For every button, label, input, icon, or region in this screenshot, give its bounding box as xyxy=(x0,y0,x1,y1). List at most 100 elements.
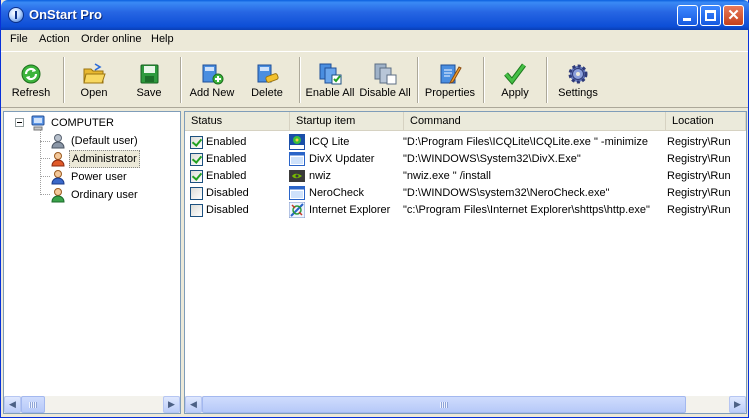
table-row[interactable]: Enabled nwiz "nwiz.exe " /install Regist… xyxy=(185,168,746,185)
icq-lite-icon xyxy=(289,134,305,150)
command-cell: "nwiz.exe " /install xyxy=(403,170,491,182)
menu-help[interactable]: Help xyxy=(151,33,174,45)
nvidia-icon xyxy=(289,170,305,182)
command-cell: "D:\WINDOWS\System32\DivX.Exe" xyxy=(403,153,581,165)
tree-item-label: Administrator xyxy=(69,150,140,168)
command-cell: "D:\WINDOWS\system32\NeroCheck.exe" xyxy=(403,187,610,199)
close-button[interactable]: ✕ xyxy=(723,5,744,26)
disable-all-icon xyxy=(374,63,397,85)
table-row[interactable]: Disabled NeroCheck "D:\WINDOWS\system32\… xyxy=(185,185,746,202)
settings-button[interactable]: Settings xyxy=(550,58,606,104)
delete-icon xyxy=(257,64,279,83)
tree-root-label: COMPUTER xyxy=(51,117,114,129)
computer-icon xyxy=(31,115,45,131)
enable-checkbox[interactable] xyxy=(190,153,203,166)
scroll-left-button[interactable]: ◀ xyxy=(185,396,202,413)
table-row[interactable]: Disabled Internet Explorer "c:\Program F… xyxy=(185,202,746,219)
menu-file[interactable]: File xyxy=(10,33,28,45)
status-cell: Disabled xyxy=(206,187,249,199)
menu-order-online[interactable]: Order online xyxy=(81,33,142,45)
scroll-thumb[interactable] xyxy=(21,396,45,413)
list-horizontal-scrollbar[interactable]: ◀ ▶ xyxy=(185,396,746,413)
tree-connector xyxy=(40,194,50,195)
status-cell: Disabled xyxy=(206,204,249,216)
apply-button[interactable]: Apply xyxy=(487,58,543,104)
startup-item-cell: Internet Explorer xyxy=(309,204,391,216)
status-cell: Enabled xyxy=(206,170,247,182)
column-status[interactable]: Status xyxy=(185,112,290,131)
window-title: OnStart Pro xyxy=(29,7,102,22)
app-window-icon xyxy=(289,186,305,200)
tree-item-label: Power user xyxy=(71,171,127,183)
properties-icon xyxy=(440,64,462,84)
admin-user-icon xyxy=(51,152,65,167)
add-new-icon xyxy=(202,64,224,85)
status-cell: Enabled xyxy=(206,136,247,148)
table-row[interactable]: Enabled DivX Updater "D:\WINDOWS\System3… xyxy=(185,151,746,168)
open-folder-icon xyxy=(83,63,106,84)
scroll-right-button[interactable]: ▶ xyxy=(729,396,746,413)
scroll-left-button[interactable]: ◀ xyxy=(4,396,21,413)
table-row[interactable]: Enabled ICQ Lite "D:\Program Files\ICQLi… xyxy=(185,134,746,151)
maximize-button[interactable] xyxy=(700,5,721,26)
column-command[interactable]: Command xyxy=(404,112,666,131)
save-disk-icon xyxy=(140,64,159,84)
location-cell: Registry\Run xyxy=(667,153,731,165)
column-startup-item[interactable]: Startup item xyxy=(290,112,404,131)
location-cell: Registry\Run xyxy=(667,204,731,216)
internet-explorer-icon xyxy=(289,202,305,218)
enable-checkbox[interactable] xyxy=(190,187,203,200)
tree-connector xyxy=(40,176,50,177)
refresh-button[interactable]: Refresh xyxy=(3,58,59,104)
tree-item-label: Ordinary user xyxy=(71,189,138,201)
maximize-icon xyxy=(705,10,716,21)
toolbar: Refresh Open Save Add New Delete Enable … xyxy=(1,51,748,108)
startup-item-cell: NeroCheck xyxy=(309,187,365,199)
user-icon xyxy=(51,188,65,203)
gear-icon xyxy=(568,64,588,84)
delete-button[interactable]: Delete xyxy=(239,58,295,104)
location-cell: Registry\Run xyxy=(667,170,731,182)
checkmark-icon xyxy=(504,63,526,85)
user-tree-pane[interactable]: COMPUTER (Default user) Administrator Po… xyxy=(3,111,181,414)
list-header: Status Startup item Command Location xyxy=(185,112,746,131)
tree-horizontal-scrollbar[interactable]: ◀ ▶ xyxy=(4,396,180,413)
startup-item-cell: nwiz xyxy=(309,170,332,182)
startup-list-pane: Status Startup item Command Location Ena… xyxy=(184,111,747,414)
enable-checkbox[interactable] xyxy=(190,136,203,149)
main-window: OnStart Pro ✕ File Action Order online H… xyxy=(0,0,749,418)
close-icon: ✕ xyxy=(727,7,740,24)
title-bar[interactable]: OnStart Pro ✕ xyxy=(1,0,749,30)
enable-all-icon xyxy=(319,63,342,85)
enable-checkbox[interactable] xyxy=(190,204,203,217)
app-icon xyxy=(8,7,24,23)
startup-item-cell: DivX Updater xyxy=(309,153,375,165)
tree-connector xyxy=(40,130,41,195)
command-cell: "c:\Program Files\Internet Explorer\shtt… xyxy=(403,204,650,216)
startup-item-cell: ICQ Lite xyxy=(309,136,350,148)
tree-connector xyxy=(40,141,50,142)
refresh-icon xyxy=(21,64,41,84)
menu-bar: File Action Order online Help xyxy=(1,30,748,50)
disable-all-button[interactable]: Disable All xyxy=(357,58,413,104)
save-button[interactable]: Save xyxy=(121,58,177,104)
properties-button[interactable]: Properties xyxy=(422,58,478,104)
tree-item-label: (Default user) xyxy=(71,135,138,147)
location-cell: Registry\Run xyxy=(667,187,731,199)
menu-action[interactable]: Action xyxy=(39,33,70,45)
enable-checkbox[interactable] xyxy=(190,170,203,183)
settings-label: Settings xyxy=(558,87,598,99)
collapse-toggle[interactable] xyxy=(15,118,24,127)
minimize-icon xyxy=(683,18,691,21)
location-cell: Registry\Run xyxy=(667,136,731,148)
column-location[interactable]: Location xyxy=(666,112,746,131)
status-cell: Enabled xyxy=(206,153,247,165)
user-icon xyxy=(51,170,65,185)
user-icon xyxy=(51,134,65,149)
command-cell: "D:\Program Files\ICQLite\ICQLite.exe " … xyxy=(403,136,648,148)
tree-connector xyxy=(40,158,50,159)
scroll-thumb[interactable] xyxy=(202,396,686,413)
scroll-right-button[interactable]: ▶ xyxy=(163,396,180,413)
app-window-icon xyxy=(289,152,305,166)
minimize-button[interactable] xyxy=(677,5,698,26)
